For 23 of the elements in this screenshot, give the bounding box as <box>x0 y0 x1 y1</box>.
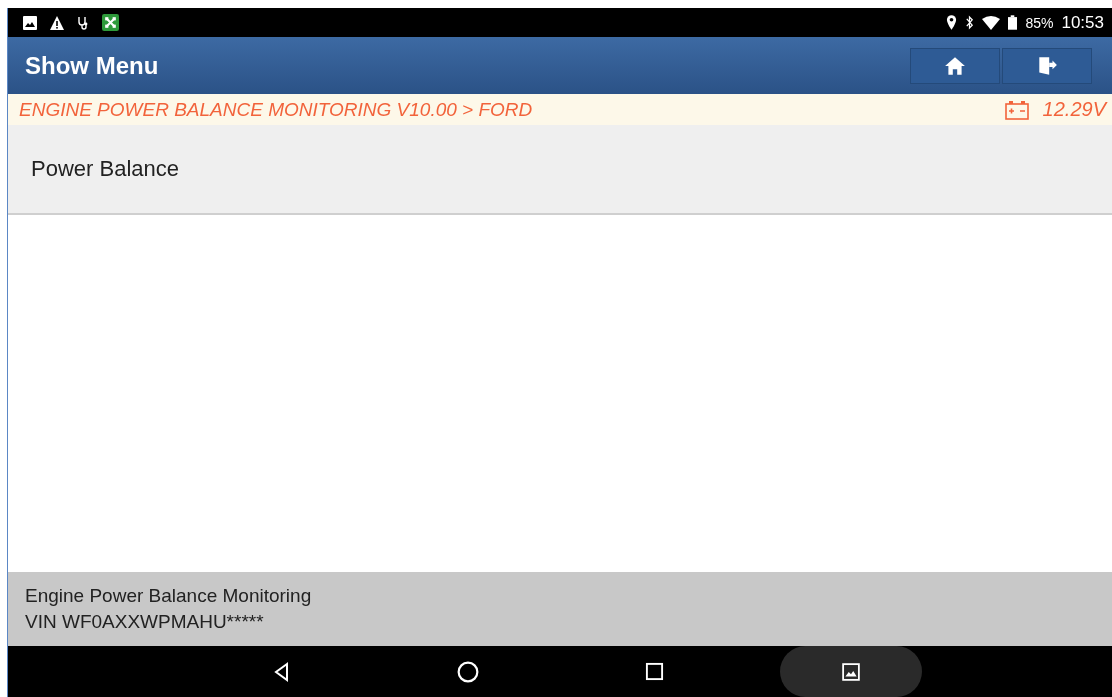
square-icon <box>644 662 664 681</box>
home-button[interactable] <box>910 47 1000 84</box>
circle-icon <box>457 660 479 683</box>
battery-voltage-icon <box>1004 99 1029 120</box>
image-icon <box>22 14 38 31</box>
battery-icon <box>1008 15 1018 30</box>
location-icon <box>946 15 958 30</box>
clock-time: 10:53 <box>1061 12 1104 33</box>
screenshot-button[interactable] <box>780 646 922 697</box>
menu-item[interactable]: Power Balance <box>8 125 1112 215</box>
voltage-reading: 12.29V <box>1042 98 1106 121</box>
exit-door-icon <box>1036 54 1058 77</box>
app-icon <box>102 14 119 31</box>
breadcrumb-path: ENGINE POWER BALANCE MONITORING V10.00 > FORD <box>19 98 533 121</box>
battery-percent: 85% <box>1025 14 1054 31</box>
bluetooth-icon <box>965 15 975 30</box>
warning-icon <box>48 14 66 31</box>
wifi-icon <box>982 15 1001 30</box>
screen-title: Show Menu <box>25 51 159 80</box>
info-text: Engine Power Balance Monitoring <box>25 585 313 607</box>
info-text: VIN WF0AXXWPMAHU***** <box>25 611 265 633</box>
image-icon <box>842 662 860 681</box>
exit-button[interactable] <box>1002 47 1092 84</box>
